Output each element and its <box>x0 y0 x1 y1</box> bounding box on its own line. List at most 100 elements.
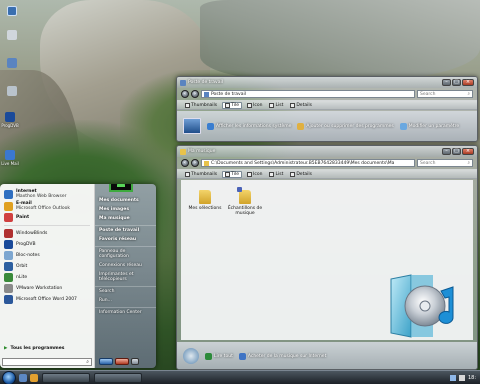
wallpaper-cliff <box>200 0 480 80</box>
place-network-connections[interactable]: Connexions réseau <box>95 261 156 270</box>
explorer-window-poste-de-travail[interactable]: Poste de travail – □ × ‹ › Poste de trav… <box>176 76 478 142</box>
desktop-icon-progdvb[interactable]: ProgDVB <box>0 112 20 128</box>
taskbar-button[interactable] <box>42 372 90 383</box>
maximize-button[interactable]: □ <box>452 148 461 155</box>
minimize-button[interactable]: – <box>442 79 451 86</box>
task-add-remove-programs[interactable]: Ajouter ou supprimer des programmes <box>297 122 394 130</box>
thumbnails-icon <box>185 102 190 108</box>
paint-icon <box>4 213 13 222</box>
task-system-info[interactable]: Afficher les informations système <box>207 122 292 130</box>
title-bar[interactable]: Poste de travail – □ × <box>177 77 477 88</box>
view-thumbnails-button[interactable]: Thumbnails <box>183 171 219 178</box>
place-my-pictures[interactable]: Mes images <box>95 205 156 214</box>
search-placeholder: Search <box>420 91 436 97</box>
details-icon <box>290 171 296 177</box>
list-icon <box>269 102 275 108</box>
file-item-folder[interactable]: Mes sélections <box>187 190 223 211</box>
taskbar-button[interactable] <box>94 372 142 383</box>
view-tile-button[interactable]: Tile <box>222 101 243 109</box>
separator <box>4 225 90 226</box>
desktop-icon-live-mail[interactable]: Live Mail <box>0 150 20 166</box>
search-input[interactable]: Search ⌕ <box>417 90 473 98</box>
network-icon[interactable] <box>449 374 456 381</box>
task-shop-music[interactable]: Acheter de la musique sur Internet <box>238 352 326 360</box>
start-item-email[interactable]: E-mail Microsoft Office Outlook <box>0 200 94 212</box>
start-item-notepad[interactable]: Bloc-notes <box>0 250 94 261</box>
task-label: Afficher les informations système <box>216 123 292 129</box>
place-control-panel[interactable]: Panneau de configuration <box>95 246 156 261</box>
volume-icon[interactable] <box>458 374 465 381</box>
start-item-orbit[interactable]: Orbit <box>0 261 94 272</box>
place-information-center[interactable]: Information Center <box>95 307 156 317</box>
all-programs-button[interactable]: ▶ Tous les programmes <box>4 346 92 351</box>
task-label: Ajouter ou supprimer des programmes <box>306 123 394 129</box>
view-thumbnails-button[interactable]: Thumbnails <box>183 102 219 109</box>
start-item-windowblinds[interactable]: WindowBlinds <box>0 228 94 239</box>
view-toolbar: Thumbnails Tile Icon List Details <box>177 169 477 179</box>
view-label: Thumbnails <box>191 171 218 177</box>
forward-button[interactable]: › <box>191 90 199 98</box>
desktop-icon[interactable] <box>2 86 22 97</box>
show-desktop-icon[interactable] <box>19 373 27 382</box>
clock[interactable]: 18: <box>468 375 476 381</box>
desktop-icon[interactable] <box>2 30 22 41</box>
view-details-button[interactable]: Details <box>288 102 314 109</box>
documents-icon <box>7 30 17 40</box>
browser-icon[interactable] <box>30 373 38 382</box>
view-tile-button[interactable]: Tile <box>222 170 243 178</box>
start-item-vmware[interactable]: VMware Workstation <box>0 283 94 294</box>
close-button[interactable]: × <box>462 148 474 155</box>
file-item-folder[interactable]: Échantillons de musique <box>227 187 263 216</box>
lock-button[interactable] <box>99 358 113 365</box>
search-input[interactable]: Search ⌕ <box>417 159 473 167</box>
back-button[interactable]: ‹ <box>181 90 189 98</box>
place-printers[interactable]: Imprimantes et télécopieurs <box>95 270 156 284</box>
view-icon-button[interactable]: Icon <box>245 102 264 109</box>
address-bar[interactable]: C:\Documents and Settings\Administrateur… <box>201 159 415 167</box>
mail-icon <box>5 150 15 160</box>
desktop-icon[interactable] <box>2 6 22 17</box>
power-options-button[interactable] <box>131 358 139 365</box>
item-label: ProgDVB <box>16 242 36 247</box>
close-button[interactable]: × <box>462 79 474 86</box>
power-button[interactable] <box>115 358 129 365</box>
thumbnails-icon <box>185 171 190 177</box>
arrow-right-icon: ▶ <box>4 346 8 351</box>
minimize-button[interactable]: – <box>442 148 451 155</box>
title-bar[interactable]: Ma musique – □ × <box>177 146 477 157</box>
start-button[interactable] <box>2 370 16 384</box>
view-label: Icon <box>253 171 263 177</box>
play-all-icon <box>205 352 212 360</box>
icon-view-icon <box>247 102 253 108</box>
avatar-icon <box>116 184 126 187</box>
explorer-window-ma-musique[interactable]: Ma musique – □ × ‹ › C:\Documents and Se… <box>176 145 478 370</box>
start-item-progdvb[interactable]: ProgDVB <box>0 239 94 250</box>
place-my-documents[interactable]: Mes documents <box>95 196 156 205</box>
view-details-button[interactable]: Details <box>288 171 314 178</box>
place-search[interactable]: Search <box>95 286 156 296</box>
address-bar[interactable]: Poste de travail <box>201 90 415 98</box>
add-remove-programs-icon <box>297 122 305 130</box>
task-change-setting[interactable]: Modifier un paramètre <box>399 122 459 130</box>
view-list-button[interactable]: List <box>267 102 285 109</box>
place-my-computer[interactable]: Poste de travail <box>95 225 156 235</box>
start-item-word[interactable]: Microsoft Office Word 2007 <box>0 294 94 305</box>
maximize-button[interactable]: □ <box>452 79 461 86</box>
place-my-music[interactable]: Ma musique <box>95 214 156 223</box>
music-note-icon <box>237 187 242 192</box>
place-network-places[interactable]: Favoris réseau <box>95 235 156 244</box>
start-item-nlite[interactable]: nLite <box>0 272 94 283</box>
start-item-internet[interactable]: Internet Maxthon Web Browser <box>0 188 94 200</box>
item-label: nLite <box>16 275 28 280</box>
place-run[interactable]: Run... <box>95 296 156 305</box>
view-icon-button[interactable]: Icon <box>245 171 264 178</box>
task-play-all[interactable]: Lire tout <box>205 352 233 360</box>
back-button[interactable]: ‹ <box>181 159 189 167</box>
desktop-icon[interactable] <box>2 58 22 69</box>
forward-button[interactable]: › <box>191 159 199 167</box>
address-text: Poste de travail <box>211 91 246 97</box>
view-list-button[interactable]: List <box>267 171 285 178</box>
start-item-paint[interactable]: Paint <box>0 212 94 223</box>
user-picture <box>109 184 133 192</box>
start-search-input[interactable]: ⌕ <box>2 358 92 366</box>
